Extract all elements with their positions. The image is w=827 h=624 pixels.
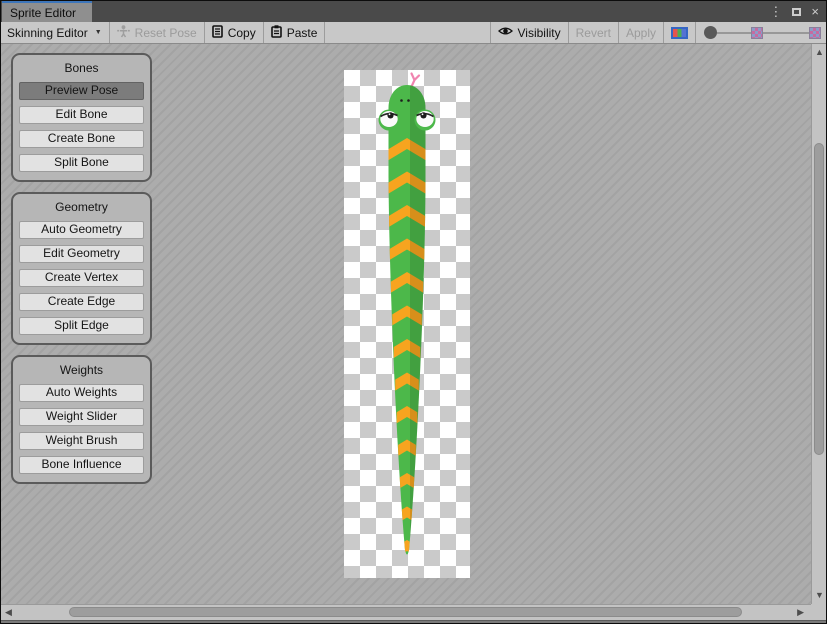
eye-icon	[498, 25, 513, 40]
snake-shading	[389, 85, 426, 555]
sprite-editor-window: Sprite Editor ⋮ × Skinning Editor ▼ Rese…	[0, 0, 827, 624]
geometry-panel-title: Geometry	[13, 199, 150, 215]
geometry-panel: Geometry Auto Geometry Edit Geometry Cre…	[11, 192, 152, 345]
create-edge-button[interactable]: Create Edge	[19, 293, 144, 311]
mip-checker-icon	[809, 27, 821, 39]
slider-track[interactable]	[717, 32, 751, 34]
apply-button[interactable]: Apply	[619, 22, 663, 43]
scroll-down-icon[interactable]: ▼	[815, 591, 824, 600]
titlebar: Sprite Editor ⋮ ×	[1, 1, 826, 22]
snake-glint-right	[422, 113, 424, 115]
snake-nostril-right	[407, 99, 410, 102]
snake-pupil-right	[420, 112, 426, 118]
weights-panel: Weights Auto Weights Weight Slider Weigh…	[11, 355, 152, 484]
bones-panel: Bones Preview Pose Edit Bone Create Bone…	[11, 53, 152, 182]
reset-pose-icon	[117, 25, 130, 41]
edit-bone-button[interactable]: Edit Bone	[19, 106, 144, 124]
rgb-swatch-icon	[671, 27, 688, 39]
bone-influence-button[interactable]: Bone Influence	[19, 456, 144, 474]
tab-sprite-editor[interactable]: Sprite Editor	[2, 1, 92, 22]
preview-pose-button[interactable]: Preview Pose	[19, 82, 144, 100]
bones-panel-title: Bones	[13, 60, 150, 76]
visibility-label: Visibility	[518, 26, 561, 40]
paste-button[interactable]: Paste	[264, 22, 325, 43]
revert-label: Revert	[576, 26, 611, 40]
rgb-toggle-button[interactable]	[664, 22, 695, 43]
mip-checker-icon	[751, 27, 763, 39]
snake-nostril-left	[400, 99, 403, 102]
scroll-right-icon[interactable]: ▶	[797, 608, 804, 617]
bottom-strip	[1, 620, 826, 623]
menu-icon[interactable]: ⋮	[769, 5, 782, 18]
slider-knob[interactable]	[704, 26, 717, 39]
window-controls: ⋮ ×	[769, 1, 819, 22]
auto-weights-button[interactable]: Auto Weights	[19, 384, 144, 402]
paste-icon	[271, 25, 282, 41]
apply-label: Apply	[626, 26, 656, 40]
horizontal-scrollbar[interactable]: ◀ ▶	[1, 604, 811, 620]
create-bone-button[interactable]: Create Bone	[19, 130, 144, 148]
copy-button[interactable]: Copy	[205, 22, 263, 43]
copy-label: Copy	[228, 26, 256, 40]
horizontal-scrollbar-thumb[interactable]	[69, 607, 742, 617]
sprite-canvas[interactable]	[344, 70, 470, 578]
snake-pupil-left	[387, 112, 393, 118]
toolbar: Skinning Editor ▼ Reset Pose	[1, 22, 826, 44]
reset-pose-button[interactable]: Reset Pose	[110, 22, 204, 43]
weights-panel-title: Weights	[13, 362, 150, 378]
close-icon[interactable]: ×	[811, 5, 819, 18]
scroll-up-icon[interactable]: ▲	[815, 48, 824, 57]
revert-button[interactable]: Revert	[569, 22, 618, 43]
tab-title: Sprite Editor	[10, 6, 76, 20]
weight-slider-button[interactable]: Weight Slider	[19, 408, 144, 426]
maximize-icon[interactable]	[792, 5, 801, 18]
skinning-editor-dropdown[interactable]: Skinning Editor ▼	[4, 22, 109, 43]
chevron-down-icon: ▼	[95, 29, 102, 36]
edit-geometry-button[interactable]: Edit Geometry	[19, 245, 144, 263]
vertical-scrollbar[interactable]: ▲ ▼	[811, 44, 826, 604]
scrollbar-corner	[811, 604, 826, 620]
copy-icon	[212, 25, 223, 41]
weight-brush-button[interactable]: Weight Brush	[19, 432, 144, 450]
vertical-scrollbar-thumb[interactable]	[814, 143, 824, 455]
auto-geometry-button[interactable]: Auto Geometry	[19, 221, 144, 239]
paste-label: Paste	[287, 26, 318, 40]
reset-pose-label: Reset Pose	[135, 26, 197, 40]
skinning-editor-label: Skinning Editor	[7, 26, 88, 40]
alpha-mip-slider[interactable]	[696, 26, 823, 39]
scroll-left-icon[interactable]: ◀	[5, 608, 12, 617]
snake-sprite	[344, 70, 470, 578]
visibility-button[interactable]: Visibility	[491, 22, 568, 43]
toolbar-separator	[324, 22, 325, 43]
snake-glint-left	[389, 113, 391, 115]
split-edge-button[interactable]: Split Edge	[19, 317, 144, 335]
split-bone-button[interactable]: Split Bone	[19, 154, 144, 172]
main-area: Bones Preview Pose Edit Bone Create Bone…	[1, 44, 826, 620]
create-vertex-button[interactable]: Create Vertex	[19, 269, 144, 287]
slider-track[interactable]	[763, 32, 809, 34]
